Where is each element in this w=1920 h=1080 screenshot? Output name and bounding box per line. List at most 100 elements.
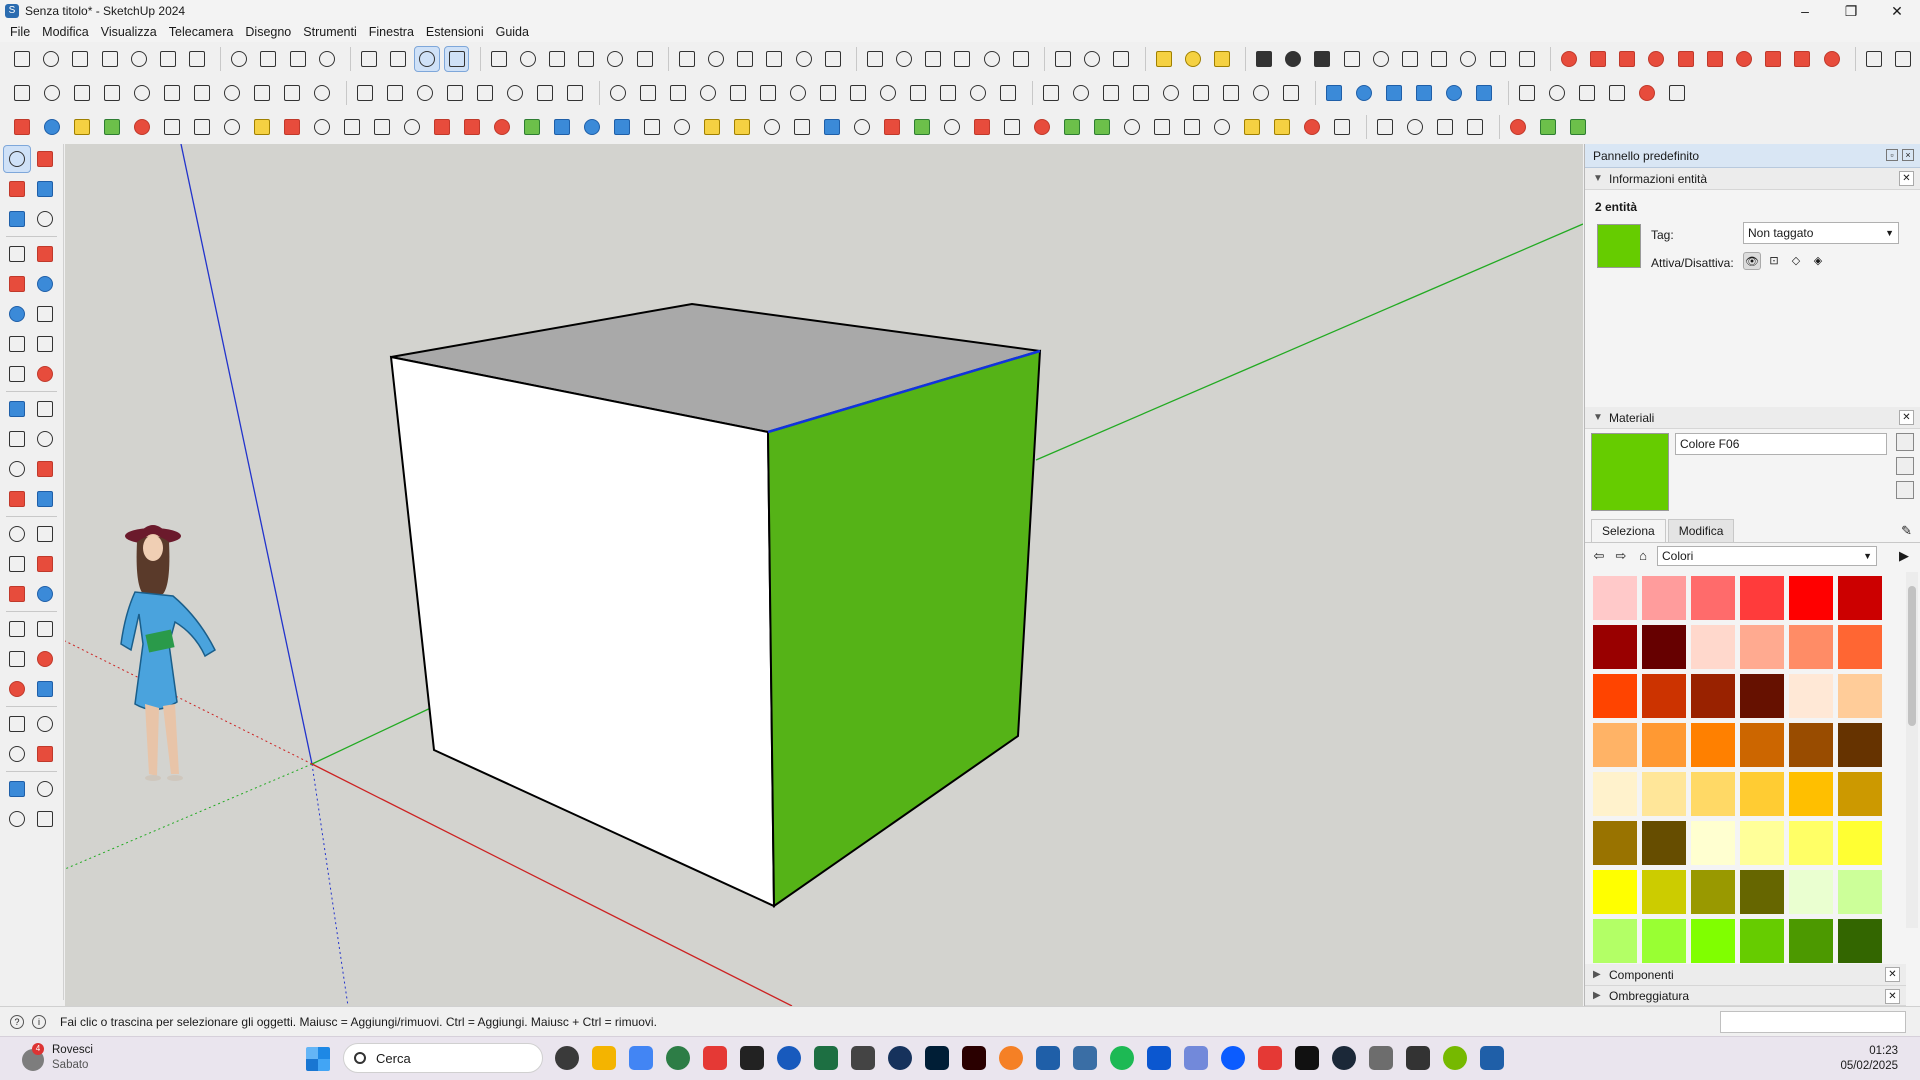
material-swatch[interactable] [1740,723,1784,767]
toolbar-tool-icon[interactable] [443,81,467,105]
taskbar-app-icon[interactable] [1184,1046,1208,1070]
move-icon[interactable] [4,396,30,422]
stamp-icon[interactable] [4,806,30,832]
toolbar-tool-icon[interactable] [821,47,844,71]
toolbar-tool-icon[interactable] [1427,47,1450,71]
back-arrow-icon[interactable]: ⇦ [1591,548,1607,564]
toolbar-tool-icon[interactable] [370,115,394,139]
home-icon[interactable]: ⌂ [1635,548,1651,564]
material-swatch[interactable] [1691,821,1735,865]
toolbar-tool-icon[interactable] [413,81,437,105]
toolbar-tool-icon[interactable] [1862,47,1885,71]
sandbox-icon[interactable] [4,776,30,802]
start-button[interactable] [306,1047,330,1071]
rotated-rectangle-icon[interactable] [32,271,58,297]
toolbar-tool-icon[interactable] [1403,115,1427,139]
toolbar-tool-icon[interactable] [921,47,944,71]
toolbar-tool-icon[interactable] [220,81,244,105]
toolbar-tool-icon[interactable] [383,81,407,105]
3d-text-icon[interactable] [32,581,58,607]
toolbar-tool-icon[interactable] [1703,47,1726,71]
toolbar-tool-icon[interactable] [386,47,409,71]
toolbar-tool-icon[interactable] [730,115,754,139]
toolbar-tool-icon[interactable] [950,47,973,71]
taskbar-app-icon[interactable] [666,1046,690,1070]
toolbar-tool-icon[interactable] [227,47,250,71]
section-plane-icon[interactable] [4,616,30,642]
toolbar-tool-icon[interactable] [280,81,304,105]
rectangle-icon[interactable] [4,271,30,297]
toolbar-tool-icon[interactable] [250,115,274,139]
toolbar-tool-icon[interactable] [1322,81,1346,105]
shadows-header[interactable]: ▶ Ombreggiatura ✕ [1585,986,1906,1006]
toolbar-tool-icon[interactable] [516,47,539,71]
toolbar-tool-icon[interactable] [70,115,94,139]
arc-icon[interactable] [4,331,30,357]
toolbar-tool-icon[interactable] [1150,115,1174,139]
material-swatch[interactable] [1642,772,1686,816]
toolbar-tool-icon[interactable] [1281,47,1304,71]
toolbar-tool-icon[interactable] [1279,81,1303,105]
two-point-arc-icon[interactable] [32,331,58,357]
taskbar-app-icon[interactable] [888,1046,912,1070]
follow-me-icon[interactable] [32,426,58,452]
protractor-tool-icon[interactable] [4,551,30,577]
scale-icon[interactable] [4,456,30,482]
display-secondary-icon[interactable] [1896,481,1914,499]
drawing-viewport[interactable] [65,144,1583,1006]
material-swatch[interactable] [1789,576,1833,620]
text-icon[interactable] [32,551,58,577]
weather-widget[interactable]: 4 Rovesci Sabato [22,1043,93,1073]
protractor-icon[interactable] [32,486,58,512]
material-swatch[interactable] [1789,821,1833,865]
system-clock[interactable]: 01:23 05/02/2025 [1840,1044,1898,1074]
tab-edit[interactable]: Modifica [1667,519,1735,542]
menu-extensions[interactable]: Estensioni [420,25,490,39]
toolbar-tool-icon[interactable] [130,115,154,139]
walk-icon[interactable] [32,711,58,737]
toolbar-tool-icon[interactable] [1090,115,1114,139]
toolbar-tool-icon[interactable] [936,81,960,105]
toolbar-tool-icon[interactable] [1486,47,1509,71]
toolbar-tool-icon[interactable] [610,115,634,139]
previous-view-icon[interactable] [32,676,58,702]
taskbar-search[interactable]: Cerca [343,1043,543,1073]
toolbar-tool-icon[interactable] [1310,47,1333,71]
swatch-scrollbar[interactable] [1906,572,1918,928]
material-swatch[interactable] [1740,674,1784,718]
lasso-select-icon[interactable] [32,146,58,172]
material-name-field[interactable]: Colore F06 [1675,433,1887,455]
close-icon[interactable]: ✕ [1899,171,1914,186]
toolbar-tool-icon[interactable] [256,47,279,71]
toolbar-tool-icon[interactable] [310,81,334,105]
toolbar-tool-icon[interactable] [633,47,656,71]
toolbar-tool-icon[interactable] [1456,47,1479,71]
info-icon[interactable]: i [32,1014,46,1029]
menu-file[interactable]: File [4,25,36,39]
eye-icon[interactable]: 👁 [1743,252,1761,270]
toolbar-tool-icon[interactable] [220,115,244,139]
pie-icon[interactable] [4,361,30,387]
taskbar-app-icon[interactable] [962,1046,986,1070]
scale-figure[interactable] [120,525,216,781]
tape-measure-icon[interactable] [4,521,30,547]
taskbar-app-icon[interactable] [555,1046,579,1070]
toolbar-tool-icon[interactable] [1545,81,1569,105]
toolbar-tool-icon[interactable] [1051,47,1074,71]
toolbar-tool-icon[interactable] [940,115,964,139]
material-swatch[interactable] [1789,723,1833,767]
model-canvas[interactable] [65,144,1583,1006]
zoom-window-icon[interactable] [32,646,58,672]
toolbar-tool-icon[interactable] [1442,81,1466,105]
tag-tool-icon[interactable] [32,206,58,232]
toolbar-tool-icon[interactable] [820,115,844,139]
toolbar-tool-icon[interactable] [39,47,62,71]
taskbar-app-icon[interactable] [925,1046,949,1070]
toolbar-tool-icon[interactable] [190,81,214,105]
close-icon[interactable]: ✕ [1885,989,1900,1004]
toolbar-tool-icon[interactable] [1515,81,1539,105]
toolbar-tool-icon[interactable] [503,81,527,105]
toolbar-tool-icon[interactable] [863,47,886,71]
menu-edit[interactable]: Modifica [36,25,95,39]
drape-icon[interactable] [32,806,58,832]
